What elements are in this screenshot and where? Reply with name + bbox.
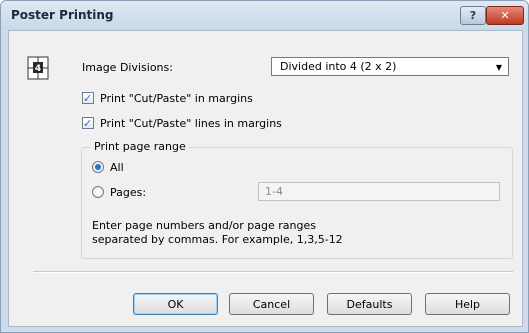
window-title: Poster Printing (11, 8, 114, 22)
defaults-button[interactable]: Defaults (327, 293, 412, 315)
radio-selected-dot (95, 164, 101, 170)
button-separator (33, 271, 513, 273)
print-page-range-title: Print page range (91, 140, 189, 153)
poster-division-icon: 4 (27, 56, 49, 80)
ok-button[interactable]: OK (133, 293, 218, 315)
titlebar-close-button[interactable]: ✕ (486, 6, 524, 25)
pages-range-input[interactable] (258, 182, 500, 201)
pages-radio[interactable] (92, 186, 104, 198)
poster-division-number: 4 (35, 64, 41, 74)
cut-paste-margins-checkbox[interactable]: ✓ (82, 92, 94, 105)
poster-printing-dialog: Poster Printing ? ✕ 4 Image Divisions: D… (0, 0, 529, 333)
help-button[interactable]: Help (425, 293, 510, 315)
pages-label: Pages: (110, 186, 147, 199)
check-icon: ✓ (83, 117, 93, 130)
cancel-button[interactable]: Cancel (229, 293, 314, 315)
question-icon: ? (469, 9, 477, 22)
close-icon: ✕ (500, 9, 510, 22)
image-divisions-label: Image Divisions: (82, 61, 173, 74)
cut-paste-lines-label: Print "Cut/Paste" lines in margins (100, 117, 282, 130)
image-divisions-select[interactable]: Divided into 4 (2 x 2) ▼ (271, 57, 509, 76)
page-range-hint-line1: Enter page numbers and/or page ranges (92, 219, 316, 232)
all-pages-label: All (110, 161, 124, 174)
check-icon: ✓ (83, 92, 93, 105)
chevron-down-icon: ▼ (495, 63, 502, 72)
page-range-hint-line2: separated by commas. For example, 1,3,5-… (92, 233, 343, 246)
all-pages-radio[interactable] (92, 161, 104, 173)
cut-paste-margins-label: Print "Cut/Paste" in margins (100, 92, 253, 105)
title-bar: Poster Printing ? ✕ (1, 1, 528, 30)
image-divisions-value: Divided into 4 (2 x 2) (280, 60, 397, 73)
cut-paste-lines-checkbox[interactable]: ✓ (82, 117, 94, 130)
titlebar-help-button[interactable]: ? (460, 6, 486, 25)
